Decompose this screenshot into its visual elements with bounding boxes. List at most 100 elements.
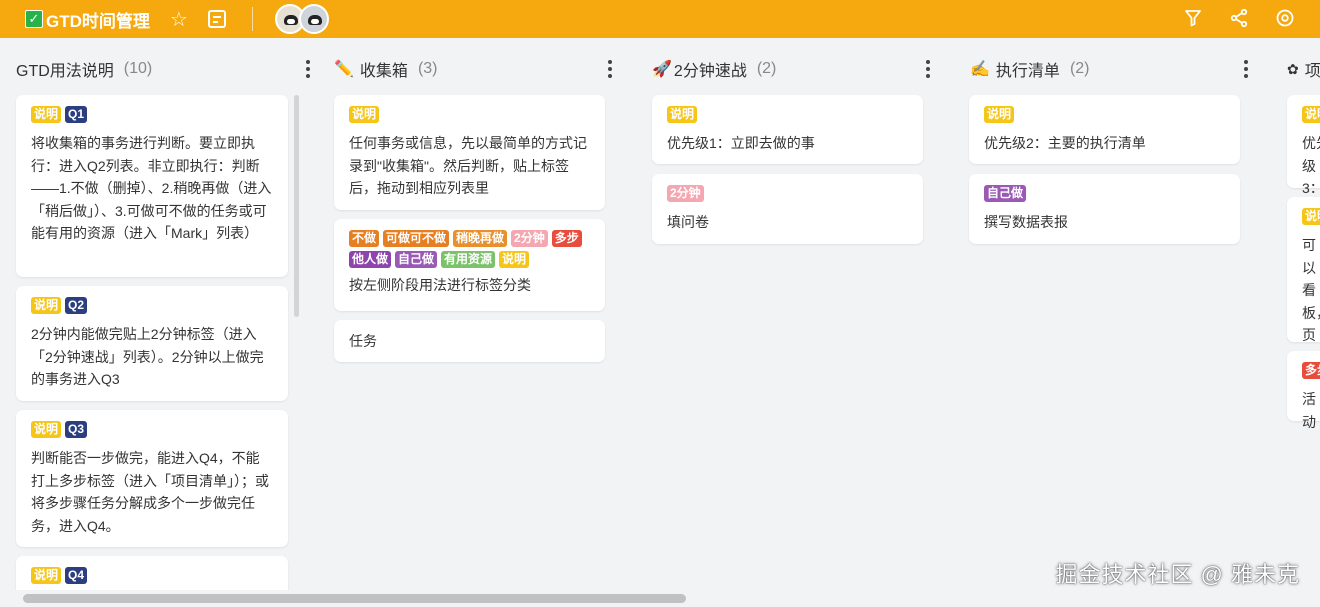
card-tags: 说明 [1302, 208, 1320, 225]
column-count: (2) [1069, 60, 1090, 77]
label-tag[interactable]: 自己做 [395, 251, 438, 268]
card-text: 填问卷 [667, 214, 709, 230]
horizontal-scrollbar[interactable] [0, 590, 1320, 607]
header-divider [251, 7, 253, 31]
task-card[interactable]: 说明 Q4 [16, 556, 288, 590]
column-header: ✍️ 执行清单 (2) [970, 52, 1259, 86]
card-text: 按左侧阶段用法进行标签分类 [349, 277, 531, 293]
card-tags: 多步 [1302, 362, 1320, 379]
label-tag[interactable]: 说明 [31, 567, 62, 584]
label-tag[interactable]: 说明 [31, 106, 62, 123]
label-tag[interactable]: 说明 [667, 106, 698, 123]
column-title[interactable]: 2分钟速战 [674, 57, 747, 81]
card-text: 活动 [1302, 391, 1316, 430]
task-card[interactable]: 多步 活动 [1287, 351, 1320, 430]
label-tag[interactable]: 可做可不做 [383, 230, 450, 247]
label-tag[interactable]: 多步 [1302, 362, 1320, 379]
label-tag[interactable]: Q4 [65, 567, 88, 584]
star-icon[interactable]: ☆ [168, 8, 190, 31]
card-text: 判断能否一步做完，能进入Q4，不能打上多步标签（进入「项目清单」）；或将多步骤任… [31, 450, 269, 534]
label-tag[interactable]: 说明 [499, 251, 530, 268]
scrollbar-thumb[interactable] [23, 594, 686, 603]
card-tags: 说明 [667, 106, 908, 123]
label-tag[interactable]: 说明 [31, 297, 62, 314]
label-tag[interactable]: 说明 [984, 106, 1015, 123]
label-tag[interactable]: Q2 [65, 297, 88, 314]
card-text: 优先级1：立即去做的事 [667, 135, 815, 151]
task-card[interactable]: 自己做 撰写数据表报 [969, 174, 1240, 244]
writing-hand-icon: ✍️ [970, 61, 990, 78]
column-header: GTD用法说明 (10) [16, 52, 310, 86]
label-tag[interactable]: Q3 [65, 421, 88, 438]
label-tag[interactable]: 说明 [31, 421, 62, 438]
column-projects: ✿ 项 说明 优先级3：持续 说明 可以看板，页 多步 活动 [1287, 38, 1320, 590]
more-vertical-icon[interactable] [925, 60, 931, 78]
column-title[interactable]: 收集箱 [360, 57, 408, 81]
card-text: 可以看板，页 [1302, 237, 1320, 343]
task-card[interactable]: 说明 优先级2：主要的执行清单 [969, 95, 1240, 164]
flower-icon: ✿ [1287, 60, 1299, 77]
pencil-icon: ✏️ [334, 61, 354, 78]
column-two-minute: 🚀 2分钟速战 (2) 说明 优先级1：立即去做的事 2分钟 填问卷 [652, 38, 941, 590]
column-gtd-guide: GTD用法说明 (10) 说明 Q1 将收集箱的事务进行判断。要立即执行：进入Q2… [16, 38, 310, 590]
filter-icon[interactable] [1182, 7, 1204, 29]
column-header: ✏️ 收集箱 (3) [334, 52, 623, 86]
column-count: (10) [123, 60, 153, 77]
card-text: 2分钟内能做完贴上2分钟标签（进入「2分钟速战」列表）。2分钟以上做完的事务进入… [31, 326, 264, 387]
column-scrollbar[interactable] [294, 95, 299, 317]
task-card[interactable]: 不做 可做可不做 稍晚再做 2分钟 多步他人做 自己做 有用资源 说明 按左侧阶段用法进行标签… [334, 219, 605, 311]
column-count: (2) [756, 60, 777, 77]
card-tags: 说明 Q4 [31, 567, 273, 584]
card-text: 将收集箱的事务进行判断。要立即执行：进入Q2列表。非立即执行：判断——1.不做（… [31, 135, 272, 241]
rocket-icon: 🚀 [652, 61, 672, 78]
settings-icon[interactable] [1274, 7, 1296, 29]
card-text: 撰写数据表报 [984, 214, 1068, 230]
column-title[interactable]: 项 [1305, 57, 1320, 81]
task-card[interactable]: 说明 优先级3：持续 [1287, 95, 1320, 219]
task-card[interactable]: 说明 可以看板，页 [1287, 197, 1320, 363]
column-title[interactable]: 执行清单 [996, 57, 1060, 81]
label-tag[interactable]: 说明 [1302, 106, 1320, 123]
task-card[interactable]: 2分钟 填问卷 [652, 174, 923, 244]
task-card[interactable]: 说明 优先级1：立即去做的事 [652, 95, 923, 164]
card-tags: 说明 [1302, 106, 1320, 123]
label-tag[interactable]: 说明 [1302, 208, 1320, 225]
note-icon[interactable] [206, 8, 228, 30]
card-tags: 说明 Q1 [31, 106, 273, 123]
board-title-text: GTD时间管理 [46, 11, 150, 31]
label-tag[interactable]: 自己做 [984, 185, 1027, 202]
task-card[interactable]: 说明 Q1 将收集箱的事务进行判断。要立即执行：进入Q2列表。非立即执行：判断——… [16, 95, 288, 277]
task-card[interactable]: 说明 任何事务或信息，先以最简单的方式记录到"收集箱"。然后判断，贴上标签后，拖… [334, 95, 605, 210]
board-title[interactable]: ✓ GTD时间管理 [25, 7, 150, 32]
card-tags: 2分钟 [667, 185, 908, 202]
card-text: 任何事务或信息，先以最简单的方式记录到"收集箱"。然后判断，贴上标签后，拖动到相… [349, 135, 587, 196]
label-tag[interactable]: 不做 [349, 230, 380, 247]
card-tags: 说明 [984, 106, 1225, 123]
avatar[interactable] [298, 4, 329, 34]
column-title[interactable]: GTD用法说明 [16, 57, 114, 81]
card-tags: 说明 Q3 [31, 421, 273, 438]
label-tag[interactable]: 2分钟 [511, 230, 548, 247]
label-tag[interactable]: 他人做 [349, 251, 392, 268]
task-card[interactable]: 任务 [334, 320, 605, 362]
column-action-list: ✍️ 执行清单 (2) 说明 优先级2：主要的执行清单 自己做 撰写数据表报 [969, 38, 1259, 590]
watermark: 掘金技术社区 @ 雅未克 [1055, 562, 1300, 587]
column-header: 🚀 2分钟速战 (2) [652, 52, 941, 86]
card-tags: 自己做 [984, 185, 1225, 202]
label-tag[interactable]: 多步 [551, 230, 582, 247]
more-vertical-icon[interactable] [305, 60, 311, 78]
label-tag[interactable]: 稍晚再做 [453, 230, 508, 247]
label-tag[interactable]: Q1 [65, 106, 88, 123]
member-avatars[interactable] [274, 4, 329, 34]
column-header: ✿ 项 [1287, 52, 1320, 86]
label-tag[interactable]: 有用资源 [441, 251, 496, 268]
more-vertical-icon[interactable] [1243, 60, 1249, 78]
share-icon[interactable] [1228, 7, 1250, 29]
card-text: 优先级2：主要的执行清单 [984, 135, 1146, 151]
card-text: 任务 [349, 333, 377, 349]
more-vertical-icon[interactable] [607, 60, 613, 78]
label-tag[interactable]: 说明 [349, 106, 380, 123]
label-tag[interactable]: 2分钟 [667, 185, 704, 202]
task-card[interactable]: 说明 Q3 判断能否一步做完，能进入Q4，不能打上多步标签（进入「项目清单」）；或… [16, 410, 288, 547]
task-card[interactable]: 说明 Q2 2分钟内能做完贴上2分钟标签（进入「2分钟速战」列表）。2分钟以上做完… [16, 286, 288, 401]
